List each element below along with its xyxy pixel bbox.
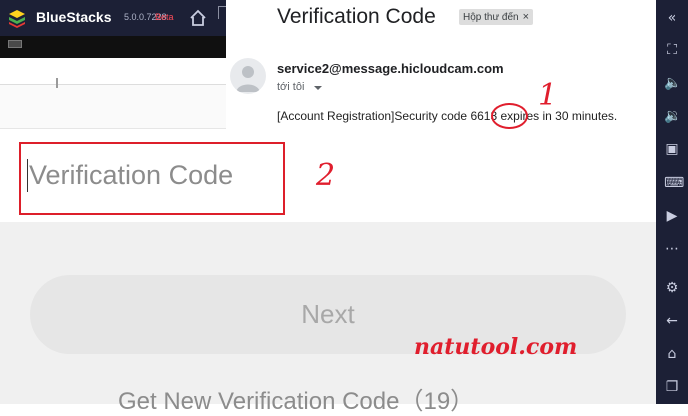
chevron-down-icon[interactable] bbox=[314, 86, 322, 90]
sender-email[interactable]: service2@message.hicloudcam.com bbox=[277, 61, 504, 76]
beta-badge: Beta bbox=[155, 12, 174, 22]
verification-code-input[interactable]: Verification Code bbox=[19, 142, 285, 215]
close-icon[interactable]: × bbox=[523, 11, 529, 23]
volume-down-icon[interactable]: 🔉 bbox=[664, 108, 681, 124]
home-icon[interactable] bbox=[188, 8, 208, 28]
app-top-field bbox=[0, 58, 226, 85]
more-icon[interactable]: ⋯ bbox=[664, 241, 680, 257]
back-icon[interactable]: ← bbox=[664, 313, 680, 329]
screen-record-icon[interactable]: ▣ bbox=[664, 141, 680, 157]
collapse-icon[interactable]: « bbox=[664, 10, 680, 26]
bluestacks-logo-icon bbox=[9, 10, 25, 28]
settings-icon[interactable]: ⚙ bbox=[664, 280, 680, 296]
volume-up-icon[interactable]: 🔈 bbox=[664, 75, 681, 91]
watermark: natutool.com bbox=[414, 334, 578, 360]
bluestacks-name: BlueStacks bbox=[36, 9, 112, 25]
verification-code-placeholder: Verification Code bbox=[29, 160, 234, 190]
email-preview: Verification Code Hộp thư đến × service2@… bbox=[226, 0, 656, 132]
inbox-label-chip[interactable]: Hộp thư đến × bbox=[459, 9, 534, 25]
recent-apps-icon[interactable]: ❐ bbox=[664, 379, 680, 395]
bluestacks-titlebar: BlueStacks 5.0.0.7228 Beta bbox=[0, 0, 227, 36]
email-subject: Verification Code bbox=[277, 5, 436, 28]
fullscreen-icon[interactable]: ⛶ bbox=[664, 42, 680, 58]
code-highlight-circle bbox=[491, 103, 528, 129]
text-cursor bbox=[27, 159, 28, 192]
app-field-marker bbox=[56, 78, 58, 88]
android-status-bar bbox=[0, 36, 226, 58]
resend-code-link[interactable]: Get New Verification Code（19） bbox=[118, 381, 474, 416]
recipient-label[interactable]: tới tôi bbox=[277, 81, 304, 93]
play-icon[interactable]: ▶ bbox=[664, 208, 680, 224]
body-prefix: [Account Registration]Security code bbox=[277, 109, 471, 123]
person-icon bbox=[236, 66, 260, 92]
next-button-label: Next bbox=[301, 299, 355, 329]
home-icon[interactable]: ⌂ bbox=[664, 346, 680, 362]
inbox-label-text: Hộp thư đến bbox=[463, 12, 519, 23]
bluestacks-sidebar: « ⛶ 🔈 🔉 ▣ ⌨ ▶ ⋯ ⚙ ← ⌂ ❐ bbox=[656, 0, 688, 404]
avatar bbox=[230, 58, 266, 94]
keyboard-icon[interactable]: ⌨ bbox=[664, 175, 684, 191]
email-body: [Account Registration]Security code 6613… bbox=[277, 109, 617, 123]
step-1-annotation: 1 bbox=[538, 78, 558, 113]
keyboard-indicator-icon bbox=[8, 40, 22, 48]
step-2-annotation: 2 bbox=[316, 158, 336, 193]
